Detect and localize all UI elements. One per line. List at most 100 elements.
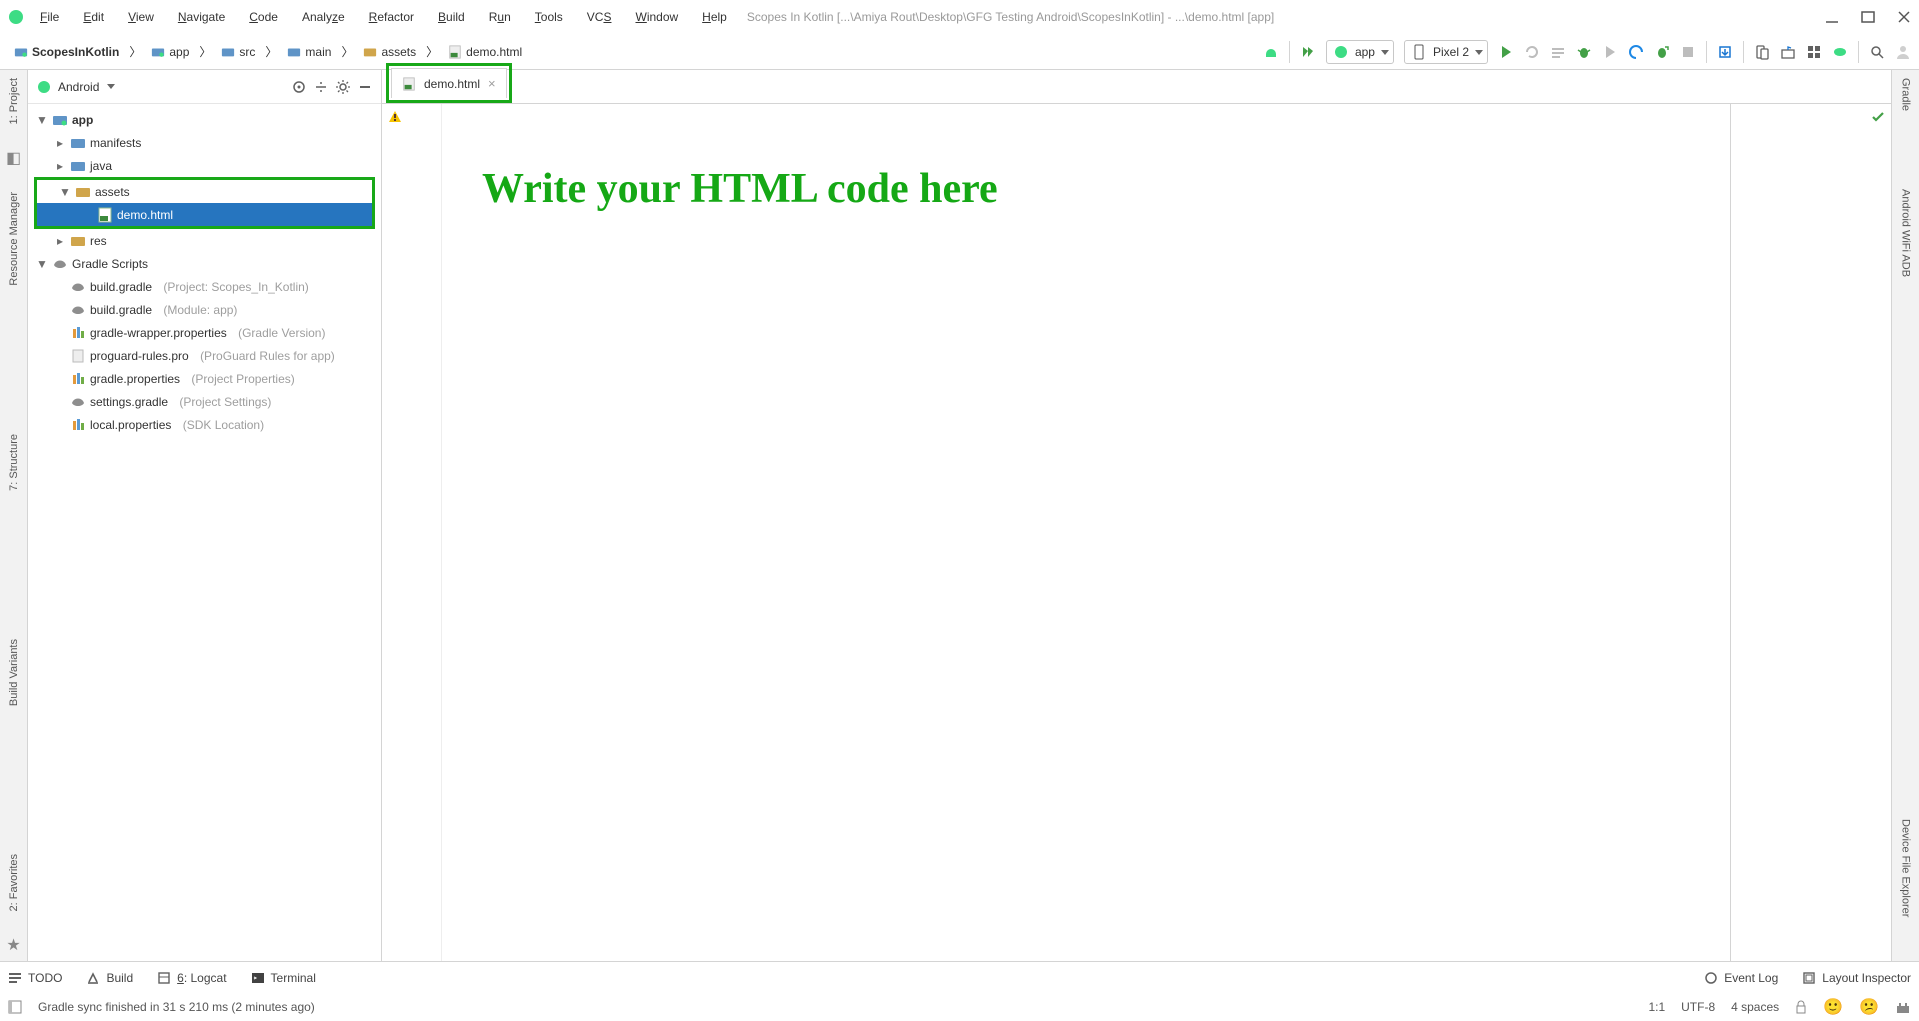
favorite-star-icon[interactable]: ★ — [6, 935, 20, 955]
apply-changes-icon[interactable] — [1524, 44, 1540, 60]
menu-edit[interactable]: Edit — [75, 6, 112, 28]
android-studio-app-icon — [8, 9, 24, 25]
navigation-toolbar: ScopesInKotlin 〉 app 〉 src 〉 main 〉 asse… — [0, 34, 1919, 70]
crumb-project[interactable]: ScopesInKotlin — [8, 43, 125, 61]
menu-window[interactable]: Window — [627, 6, 686, 28]
menu-vcs[interactable]: VCS — [579, 6, 620, 28]
toolwin-event-log[interactable]: Event Log — [1704, 971, 1778, 985]
project-view-dropdown[interactable]: Android — [36, 79, 115, 95]
crumb-main[interactable]: main — [281, 43, 337, 61]
tree-node-proguard[interactable]: proguard-rules.pro (ProGuard Rules for a… — [28, 344, 381, 367]
window-title: Scopes In Kotlin [...\Amiya Rout\Desktop… — [747, 10, 1274, 24]
crumb-assets[interactable]: assets — [357, 43, 422, 61]
status-caret-pos[interactable]: 1:1 — [1648, 1000, 1665, 1014]
memory-indicator-icon[interactable] — [1895, 1000, 1911, 1014]
tree-node-manifests[interactable]: ▸manifests — [28, 131, 381, 154]
toolwin-build[interactable]: Build — [86, 971, 133, 985]
menu-refactor[interactable]: Refactor — [361, 6, 422, 28]
tree-node-res[interactable]: ▸res — [28, 229, 381, 252]
left-tool-stripe: 1: Project ◧ Resource Manager 7: Structu… — [0, 70, 28, 961]
menu-file[interactable]: File — [32, 6, 67, 28]
inspection-ok-icon[interactable] — [1871, 110, 1885, 124]
settings-gear-icon[interactable] — [335, 79, 351, 95]
device-dropdown[interactable]: Pixel 2 — [1404, 40, 1488, 64]
run-icon[interactable] — [1498, 44, 1514, 60]
window-close-button[interactable] — [1897, 10, 1911, 24]
toolwin-terminal[interactable]: Terminal — [251, 971, 316, 985]
avd-manager-icon[interactable] — [1754, 44, 1770, 60]
menu-build[interactable]: Build — [430, 6, 473, 28]
project-tree[interactable]: ▼app ▸manifests ▸java ▼assets demo.html … — [28, 104, 381, 961]
make-project-icon[interactable] — [1300, 44, 1316, 60]
expand-all-icon[interactable] — [313, 79, 329, 95]
search-icon[interactable] — [1869, 44, 1885, 60]
stop-icon[interactable] — [1680, 44, 1696, 60]
profile-icon[interactable] — [1628, 44, 1644, 60]
toolwin-todo[interactable]: TODO — [8, 971, 62, 985]
editor-tab-demo-html[interactable]: demo.html × — [391, 68, 507, 98]
crumb-src[interactable]: src — [215, 43, 261, 61]
tree-node-local-properties[interactable]: local.properties (SDK Location) — [28, 413, 381, 436]
tree-node-java[interactable]: ▸java — [28, 154, 381, 177]
toolwin-gradle[interactable]: Gradle — [1900, 74, 1912, 115]
main-toolbar: app Pixel 2 — [1263, 40, 1919, 64]
highlight-box-tab: demo.html × — [386, 63, 512, 103]
toolwin-wifi-adb[interactable]: Android WiFi ADB — [1900, 185, 1912, 281]
statusbar-toggle-icon[interactable] — [8, 1000, 22, 1014]
highlight-box-tree: ▼assets demo.html — [34, 177, 375, 229]
face-sad-icon[interactable]: 😕 — [1859, 997, 1879, 1017]
hide-pane-icon[interactable] — [357, 79, 373, 95]
status-message: Gradle sync finished in 31 s 210 ms (2 m… — [38, 1000, 315, 1014]
window-minimize-button[interactable] — [1825, 10, 1839, 24]
resource-manager-icon[interactable] — [1806, 44, 1822, 60]
crumb-file[interactable]: demo.html — [442, 43, 528, 61]
menu-tools[interactable]: Tools — [527, 6, 571, 28]
menu-help[interactable]: Help — [694, 6, 735, 28]
tree-node-assets[interactable]: ▼assets — [37, 180, 372, 203]
toolwin-build-variants[interactable]: Build Variants — [8, 635, 20, 710]
android-avd-icon[interactable] — [1263, 44, 1279, 60]
select-opened-file-icon[interactable] — [291, 79, 307, 95]
attach-debugger-icon[interactable] — [1654, 44, 1670, 60]
debug-icon[interactable] — [1576, 44, 1592, 60]
toolwin-device-explorer[interactable]: Device File Explorer — [1900, 815, 1912, 921]
tree-node-gradle-properties[interactable]: gradle.properties (Project Properties) — [28, 367, 381, 390]
tree-node-gradle-scripts[interactable]: ▼Gradle Scripts — [28, 252, 381, 275]
lock-icon[interactable] — [1795, 1000, 1807, 1014]
run-config-dropdown[interactable]: app — [1326, 40, 1394, 64]
window-maximize-button[interactable] — [1861, 10, 1875, 24]
menu-navigate[interactable]: Navigate — [170, 6, 233, 28]
menu-view[interactable]: View — [120, 6, 162, 28]
toolwin-project[interactable]: 1: Project — [8, 74, 20, 128]
toolwin-logcat[interactable]: 6: Logcat — [157, 971, 226, 985]
status-indent[interactable]: 4 spaces — [1731, 1000, 1779, 1014]
sdk-manager-icon[interactable] — [1780, 44, 1796, 60]
toolwin-favorites[interactable]: 2: Favorites — [8, 850, 20, 915]
toolwin-structure[interactable]: 7: Structure — [8, 430, 20, 495]
tree-node-demo-html[interactable]: demo.html — [37, 203, 372, 226]
toolwin-layout-inspector[interactable]: Layout Inspector — [1802, 971, 1911, 985]
tree-node-app[interactable]: ▼app — [28, 108, 381, 131]
close-tab-icon[interactable]: × — [488, 76, 496, 91]
tree-node-build-gradle-module[interactable]: build.gradle (Module: app) — [28, 298, 381, 321]
sync-gradle-icon[interactable] — [1832, 44, 1848, 60]
preview-document[interactable]: Write your HTML code here — [442, 104, 1731, 961]
toolwin-project-icon[interactable]: ◧ — [6, 148, 21, 168]
git-pull-icon[interactable] — [1717, 44, 1733, 60]
tree-node-settings-gradle[interactable]: settings.gradle (Project Settings) — [28, 390, 381, 413]
editor-gutter[interactable] — [382, 104, 442, 961]
user-icon[interactable] — [1895, 44, 1911, 60]
status-encoding[interactable]: UTF-8 — [1681, 1000, 1715, 1014]
tree-node-gradle-wrapper[interactable]: gradle-wrapper.properties (Gradle Versio… — [28, 321, 381, 344]
menu-code[interactable]: Code — [241, 6, 286, 28]
preview-heading: Write your HTML code here — [482, 164, 1730, 214]
project-pane-header: Android — [28, 70, 381, 104]
menu-run[interactable]: Run — [481, 6, 519, 28]
crumb-app[interactable]: app — [145, 43, 195, 61]
coverage-icon[interactable] — [1602, 44, 1618, 60]
toolwin-resource-manager[interactable]: Resource Manager — [8, 188, 20, 290]
face-happy-icon[interactable]: 🙂 — [1823, 997, 1843, 1017]
apply-code-icon[interactable] — [1550, 44, 1566, 60]
tree-node-build-gradle-project[interactable]: build.gradle (Project: Scopes_In_Kotlin) — [28, 275, 381, 298]
menu-analyze[interactable]: Analyze — [294, 6, 353, 28]
